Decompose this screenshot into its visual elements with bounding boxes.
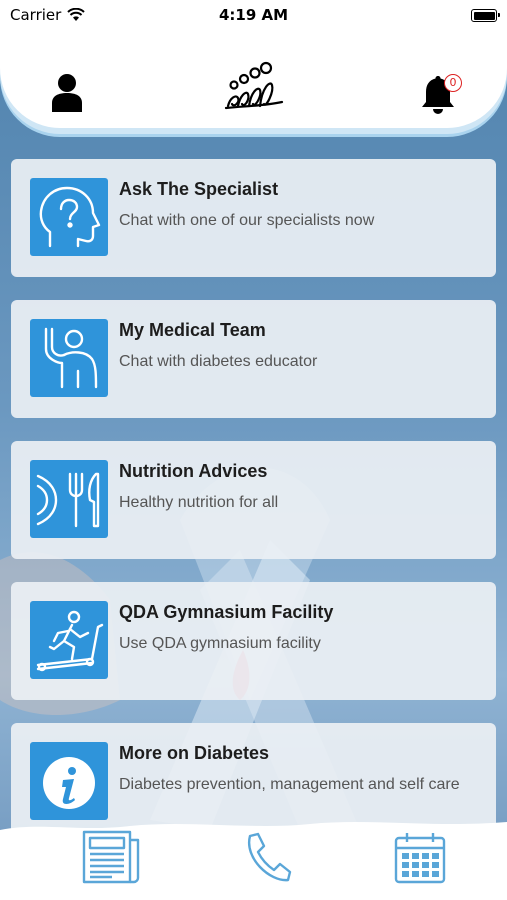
status-bar: Carrier 4:19 AM	[0, 4, 507, 26]
card-subtitle: Diabetes prevention, management and self…	[119, 776, 460, 793]
menu-card-gymnasium[interactable]: QDA Gymnasium Facility Use QDA gymnasium…	[11, 582, 496, 700]
menu-card-medical-team[interactable]: My Medical Team Chat with diabetes educa…	[11, 300, 496, 418]
card-title: QDA Gymnasium Facility	[119, 602, 334, 622]
app-logo-icon	[224, 61, 284, 110]
treadmill-icon	[36, 610, 104, 672]
head-question-icon	[39, 186, 101, 248]
card-subtitle: Chat with one of our specialists now	[119, 212, 375, 229]
card-subtitle: Healthy nutrition for all	[119, 494, 279, 511]
card-title: More on Diabetes	[119, 743, 270, 763]
status-time: 4:19 AM	[218, 6, 289, 24]
raised-hand-person-icon	[44, 327, 98, 389]
menu-card-nutrition[interactable]: Nutrition Advices Healthy nutrition for …	[11, 441, 496, 559]
profile-icon[interactable]	[50, 72, 84, 112]
app-header: Carrier 4:19 AM 0	[0, 0, 507, 128]
plate-fork-knife-icon	[36, 472, 100, 528]
notification-count-badge: 0	[444, 74, 462, 92]
info-icon	[43, 757, 95, 809]
card-subtitle: Chat with diabetes educator	[119, 353, 318, 370]
card-title: Nutrition Advices	[119, 461, 268, 481]
card-subtitle: Use QDA gymnasium facility	[119, 635, 321, 652]
card-title: Ask The Specialist	[119, 179, 279, 199]
phone-icon[interactable]	[240, 830, 292, 884]
newspaper-icon[interactable]	[82, 830, 142, 884]
menu-card-ask-specialist[interactable]: Ask The Specialist Chat with one of our …	[11, 159, 496, 277]
battery-icon	[471, 9, 500, 22]
calendar-icon[interactable]	[393, 830, 447, 884]
card-title: My Medical Team	[119, 320, 266, 340]
